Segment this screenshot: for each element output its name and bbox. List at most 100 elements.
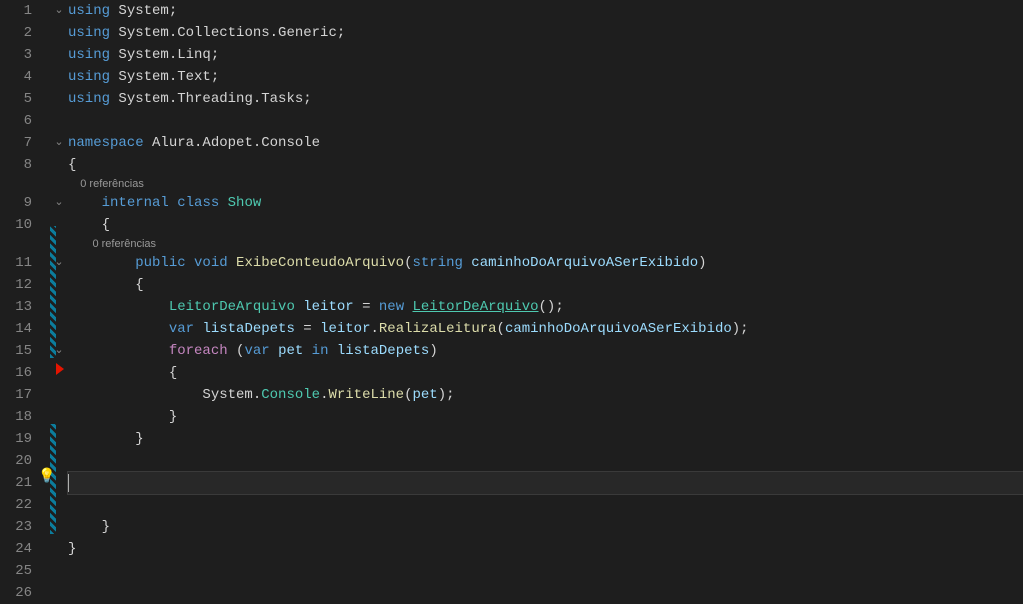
code-line[interactable]: { (68, 274, 1023, 296)
line-number: 9 (0, 192, 32, 214)
code-line[interactable]: { (68, 214, 1023, 236)
namespace-text: System (202, 387, 252, 403)
keyword-using: using (68, 25, 110, 41)
punct: ); (438, 387, 455, 403)
code-line[interactable]: using System.Text; (68, 66, 1023, 88)
type-name: LeitorDeArquivo (413, 299, 539, 315)
punct: (); (539, 299, 564, 315)
namespace-text: .Linq (169, 47, 211, 63)
line-number: 10 (0, 214, 32, 236)
code-content[interactable]: using System; using System.Collections.G… (68, 0, 1023, 600)
code-line[interactable] (68, 110, 1023, 132)
variable: leitor (320, 321, 370, 337)
codelens-references[interactable]: 0 referências (68, 236, 1023, 252)
code-line[interactable] (68, 560, 1023, 582)
punct: ; (337, 25, 345, 41)
line-number: 25 (0, 560, 32, 582)
variable: listaDepets (202, 321, 294, 337)
keyword-using: using (68, 91, 110, 107)
keyword-using: using (68, 69, 110, 85)
code-line[interactable]: foreach (var pet in listaDepets) (68, 340, 1023, 362)
punct: } (68, 541, 76, 557)
code-line[interactable]: internal class Show (68, 192, 1023, 214)
punct: { (169, 365, 177, 381)
code-line[interactable]: using System.Collections.Generic; (68, 22, 1023, 44)
code-line[interactable]: public void ExibeConteudoArquivo(string … (68, 252, 1023, 274)
keyword-public: public (135, 255, 194, 271)
operator: = (354, 299, 379, 315)
code-line[interactable]: using System; (68, 0, 1023, 22)
line-number: 13 (0, 296, 32, 318)
code-editor[interactable]: 💡 1 2 3 4 5 6 7 8 9 10 11 12 13 14 15 16… (0, 0, 1023, 600)
punct: } (169, 409, 177, 425)
code-line[interactable]: System.Console.WriteLine(pet); (68, 384, 1023, 406)
keyword-new: new (379, 299, 413, 315)
keyword-string: string (412, 255, 471, 271)
line-number: 24 (0, 538, 32, 560)
punct: } (135, 431, 143, 447)
lightbulb-icon[interactable]: 💡 (38, 468, 55, 485)
breakpoint-icon[interactable] (56, 363, 64, 375)
line-number: 19 (0, 428, 32, 450)
code-line[interactable]: } (68, 538, 1023, 560)
code-line[interactable]: namespace Alura.Adopet.Console (68, 132, 1023, 154)
code-line[interactable] (68, 450, 1023, 472)
variable: pet (278, 343, 303, 359)
code-line[interactable]: LeitorDeArquivo leitor = new LeitorDeArq… (68, 296, 1023, 318)
punct: . (253, 387, 261, 403)
code-line[interactable]: var listaDepets = leitor.RealizaLeitura(… (68, 318, 1023, 340)
punct: } (102, 519, 110, 535)
code-line-current[interactable] (68, 472, 1023, 494)
variable: listaDepets (337, 343, 429, 359)
code-line[interactable]: { (68, 362, 1023, 384)
variable: pet (413, 387, 438, 403)
code-line[interactable]: using System.Threading.Tasks; (68, 88, 1023, 110)
caret (68, 474, 69, 492)
code-line[interactable] (68, 494, 1023, 516)
keyword-void: void (194, 255, 236, 271)
punct: ; (211, 47, 219, 63)
punct: . (371, 321, 379, 337)
keyword-var: var (169, 321, 203, 337)
keyword-using: using (68, 3, 110, 19)
line-number (0, 176, 32, 192)
line-number: 20 (0, 450, 32, 472)
line-number: 26 (0, 582, 32, 604)
keyword-using: using (68, 47, 110, 63)
punct: { (135, 277, 143, 293)
fold-toggle-icon[interactable]: ⌄ (50, 192, 68, 214)
fold-toggle-icon[interactable]: ⌄ (50, 0, 68, 22)
fold-toggle-icon[interactable]: ⌄ (50, 132, 68, 154)
keyword-internal: internal (102, 195, 178, 211)
namespace-text: System (110, 91, 169, 107)
line-number: 2 (0, 22, 32, 44)
punct: { (102, 217, 110, 233)
code-line[interactable]: { (68, 154, 1023, 176)
code-line[interactable]: } (68, 406, 1023, 428)
line-number: 7 (0, 132, 32, 154)
code-line[interactable]: } (68, 428, 1023, 450)
namespace-text: Alura.Adopet.Console (144, 135, 320, 151)
punct: ) (429, 343, 437, 359)
code-line[interactable]: using System.Linq; (68, 44, 1023, 66)
parameter: caminhoDoArquivoASerExibido (471, 255, 698, 271)
code-line[interactable] (68, 582, 1023, 604)
line-number (0, 236, 32, 252)
codelens-references[interactable]: 0 referências (68, 176, 1023, 192)
punct: ; (169, 3, 177, 19)
line-number: 14 (0, 318, 32, 340)
punct: ( (404, 387, 412, 403)
code-line[interactable]: } (68, 516, 1023, 538)
method-name: RealizaLeitura (379, 321, 497, 337)
line-number: 23 (0, 516, 32, 538)
namespace-text: .Threading.Tasks (169, 91, 303, 107)
punct: ); (732, 321, 749, 337)
keyword-namespace: namespace (68, 135, 144, 151)
line-number: 4 (0, 66, 32, 88)
line-number: 12 (0, 274, 32, 296)
class-name: Show (228, 195, 262, 211)
line-number: 1 (0, 0, 32, 22)
method-name: WriteLine (328, 387, 404, 403)
type-name: LeitorDeArquivo (169, 299, 303, 315)
namespace-text: System (110, 25, 169, 41)
